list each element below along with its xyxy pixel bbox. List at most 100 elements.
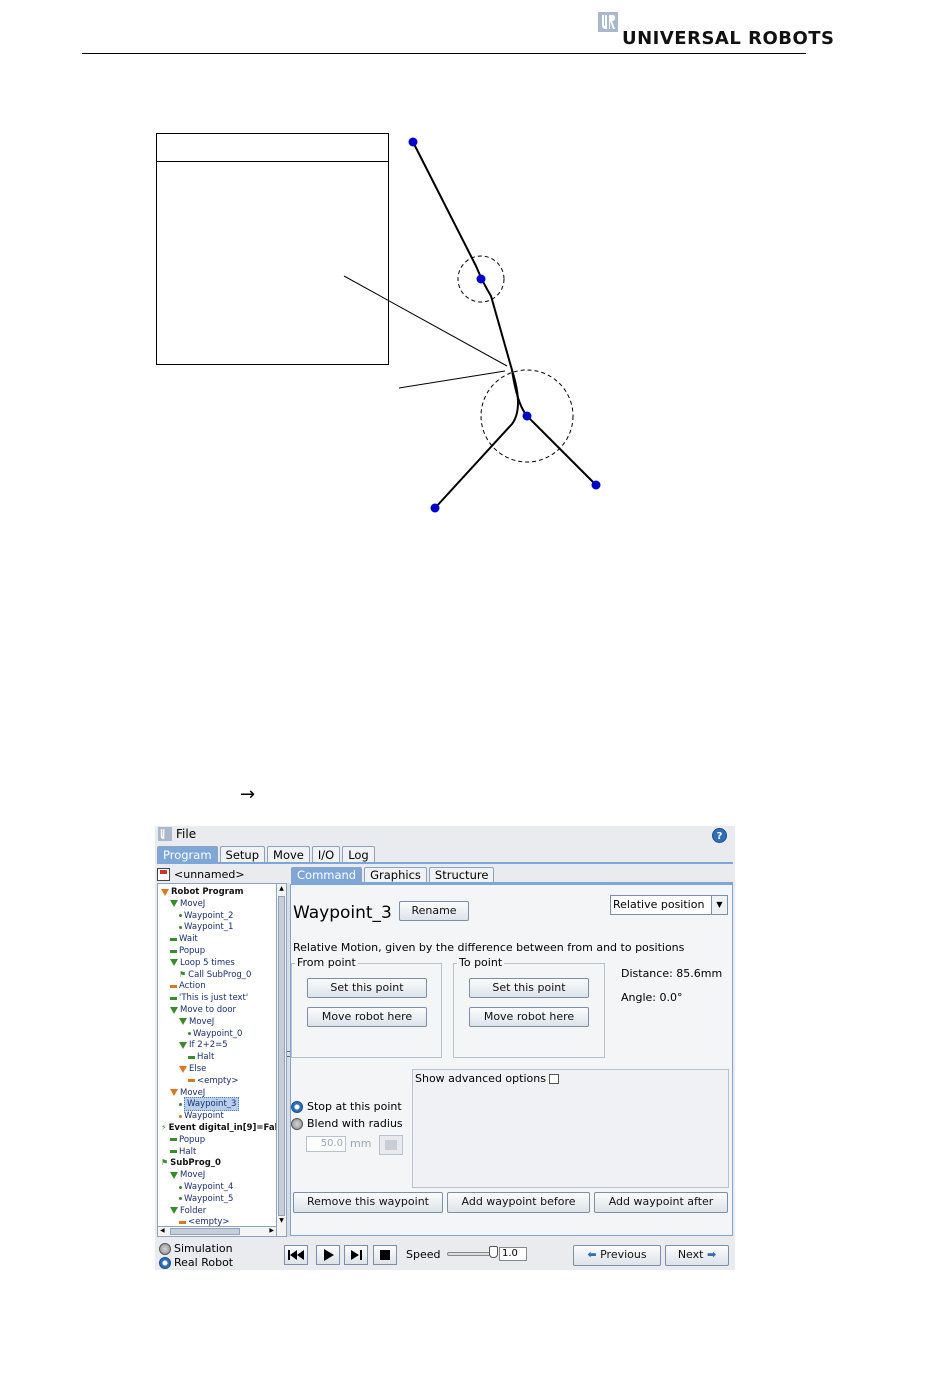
to-point-group: To point Set this point Move robot here bbox=[453, 956, 605, 1058]
add-waypoint-before-button[interactable]: Add waypoint before bbox=[447, 1192, 590, 1213]
from-set-point-button[interactable]: Set this point bbox=[307, 978, 427, 998]
tab-setup[interactable]: Setup bbox=[219, 846, 266, 863]
ur-logo-icon bbox=[158, 827, 172, 841]
to-move-robot-button[interactable]: Move robot here bbox=[469, 1007, 589, 1027]
blend-keypad-button[interactable] bbox=[379, 1135, 403, 1155]
tree-item[interactable]: MoveJ bbox=[170, 1169, 205, 1181]
step-button[interactable] bbox=[344, 1245, 368, 1265]
play-button[interactable] bbox=[316, 1245, 340, 1265]
speed-slider-thumb[interactable] bbox=[489, 1246, 498, 1258]
scroll-thumb[interactable] bbox=[278, 896, 285, 1216]
tree-item[interactable]: ⚡ Event digital_in[9]=Fals bbox=[161, 1122, 276, 1134]
blend-radio[interactable] bbox=[291, 1118, 303, 1130]
program-tree[interactable]: Robot Program MoveJ Waypoint_2 Waypoint_1 Wa… bbox=[157, 883, 277, 1237]
tree-item[interactable]: Waypoint_3 bbox=[179, 1097, 240, 1112]
tab-command[interactable]: Command bbox=[291, 867, 363, 883]
stop-button[interactable] bbox=[373, 1245, 397, 1265]
tree-item[interactable]: Waypoint_5 bbox=[179, 1193, 233, 1205]
triangle-icon bbox=[170, 900, 178, 908]
arrow-left-icon: ⬅ bbox=[587, 1248, 597, 1261]
relative-motion-description: Relative Motion, given by the difference… bbox=[293, 941, 685, 954]
tree-item[interactable]: Popup bbox=[170, 1134, 205, 1146]
tree-item[interactable]: Halt bbox=[188, 1051, 214, 1063]
scroll-left-icon[interactable]: ◀ bbox=[160, 1227, 165, 1234]
tree-vertical-scrollbar[interactable]: ▲ ▼ bbox=[276, 883, 287, 1237]
tree-item[interactable]: Folder bbox=[170, 1205, 206, 1217]
triangle-icon bbox=[170, 1171, 178, 1179]
chevron-down-icon[interactable]: ▼ bbox=[711, 896, 727, 914]
tab-io[interactable]: I/O bbox=[311, 846, 341, 863]
hscroll-thumb[interactable] bbox=[170, 1228, 240, 1235]
tree-item[interactable]: <empty> bbox=[188, 1075, 239, 1087]
tree-horizontal-scrollbar[interactable]: ◀ ▶ bbox=[157, 1226, 277, 1237]
simulation-radio[interactable] bbox=[159, 1242, 171, 1255]
remove-waypoint-button[interactable]: Remove this waypoint bbox=[293, 1192, 443, 1213]
keypad-icon bbox=[385, 1140, 397, 1150]
tree-item[interactable]: Halt bbox=[170, 1146, 196, 1158]
stop-radio[interactable] bbox=[291, 1101, 303, 1113]
tree-item[interactable]: MoveJ bbox=[179, 1016, 214, 1028]
real-robot-option[interactable]: Real Robot bbox=[159, 1256, 233, 1269]
tree-item[interactable]: Else bbox=[179, 1063, 206, 1075]
waypoint-command-panel: Waypoint_3 Rename Relative position ▼ Re… bbox=[290, 884, 733, 1236]
simulation-option[interactable]: Simulation bbox=[159, 1242, 233, 1255]
tool-path-left bbox=[434, 369, 519, 509]
scroll-down-icon[interactable]: ▼ bbox=[278, 1217, 285, 1225]
dot-icon bbox=[179, 1114, 182, 1118]
tab-log[interactable]: Log bbox=[342, 846, 375, 863]
tree-item[interactable]: Waypoint bbox=[179, 1110, 224, 1122]
real-robot-radio[interactable] bbox=[159, 1256, 171, 1269]
tree-item[interactable]: Waypoint_2 bbox=[179, 910, 233, 922]
rewind-button[interactable] bbox=[284, 1245, 308, 1265]
tree-item[interactable]: Popup bbox=[170, 945, 205, 957]
tree-item[interactable]: Waypoint_4 bbox=[179, 1181, 233, 1193]
file-menu[interactable]: File bbox=[158, 826, 196, 842]
next-label: Next bbox=[677, 1248, 704, 1261]
advanced-options-toggle[interactable]: Show advanced options bbox=[415, 1072, 559, 1085]
dash-icon bbox=[170, 1150, 177, 1154]
tree-item[interactable]: 'This is just text' bbox=[170, 992, 248, 1004]
scroll-right-icon[interactable]: ▶ bbox=[269, 1227, 274, 1234]
blend-radius-field[interactable]: 50.0 bbox=[306, 1136, 346, 1152]
triangle-icon bbox=[170, 1207, 178, 1215]
advanced-options-checkbox[interactable] bbox=[548, 1074, 559, 1084]
position-mode-select[interactable]: Relative position ▼ bbox=[610, 895, 728, 915]
tree-item[interactable]: Waypoint_1 bbox=[179, 921, 233, 933]
dash-icon bbox=[179, 1220, 186, 1224]
next-button[interactable]: Next ➡ bbox=[665, 1245, 729, 1266]
tree-item[interactable]: MoveJ bbox=[170, 898, 205, 910]
tree-item[interactable]: Robot Program bbox=[161, 886, 243, 898]
waypoint-marker bbox=[430, 503, 440, 513]
tree-item[interactable]: Move to door bbox=[170, 1004, 236, 1016]
save-icon[interactable] bbox=[157, 867, 170, 881]
help-icon[interactable]: ? bbox=[712, 828, 727, 843]
tree-item[interactable]: ⚑ SubProg_0 bbox=[161, 1157, 221, 1169]
tree-item-label: Call SubProg_0 bbox=[188, 969, 252, 980]
tree-item[interactable]: ⚑ Call SubProg_0 bbox=[179, 969, 251, 981]
tree-item[interactable]: If 2+2=5 bbox=[179, 1039, 228, 1051]
previous-button[interactable]: ⬅ Previous bbox=[573, 1245, 661, 1266]
add-waypoint-after-button[interactable]: Add waypoint after bbox=[594, 1192, 728, 1213]
previous-label: Previous bbox=[600, 1248, 647, 1261]
speed-value: 1.0 bbox=[499, 1247, 527, 1261]
from-move-robot-button[interactable]: Move robot here bbox=[307, 1007, 427, 1027]
to-set-point-button[interactable]: Set this point bbox=[469, 978, 589, 998]
tree-item[interactable]: Wait bbox=[170, 933, 198, 945]
main-tabs: Program Setup Move I/O Log bbox=[157, 846, 377, 863]
dot-icon bbox=[179, 1197, 182, 1201]
triangle-icon bbox=[170, 959, 178, 967]
tree-item[interactable]: Waypoint_0 bbox=[188, 1028, 242, 1040]
triangle-icon bbox=[179, 1018, 187, 1026]
scroll-up-icon[interactable]: ▲ bbox=[278, 885, 285, 893]
speed-slider-track[interactable] bbox=[447, 1252, 493, 1256]
rename-button[interactable]: Rename bbox=[399, 901, 469, 921]
advanced-options-area: Show advanced options bbox=[412, 1069, 729, 1188]
program-header: <unnamed> bbox=[157, 866, 287, 882]
tab-move[interactable]: Move bbox=[267, 846, 310, 863]
tab-structure[interactable]: Structure bbox=[428, 867, 495, 883]
triangle-icon bbox=[179, 1065, 187, 1073]
tab-program[interactable]: Program bbox=[157, 846, 218, 863]
tree-item[interactable]: Loop 5 times bbox=[170, 957, 235, 969]
tab-graphics[interactable]: Graphics bbox=[364, 867, 427, 883]
tree-item[interactable]: Action bbox=[170, 980, 206, 992]
